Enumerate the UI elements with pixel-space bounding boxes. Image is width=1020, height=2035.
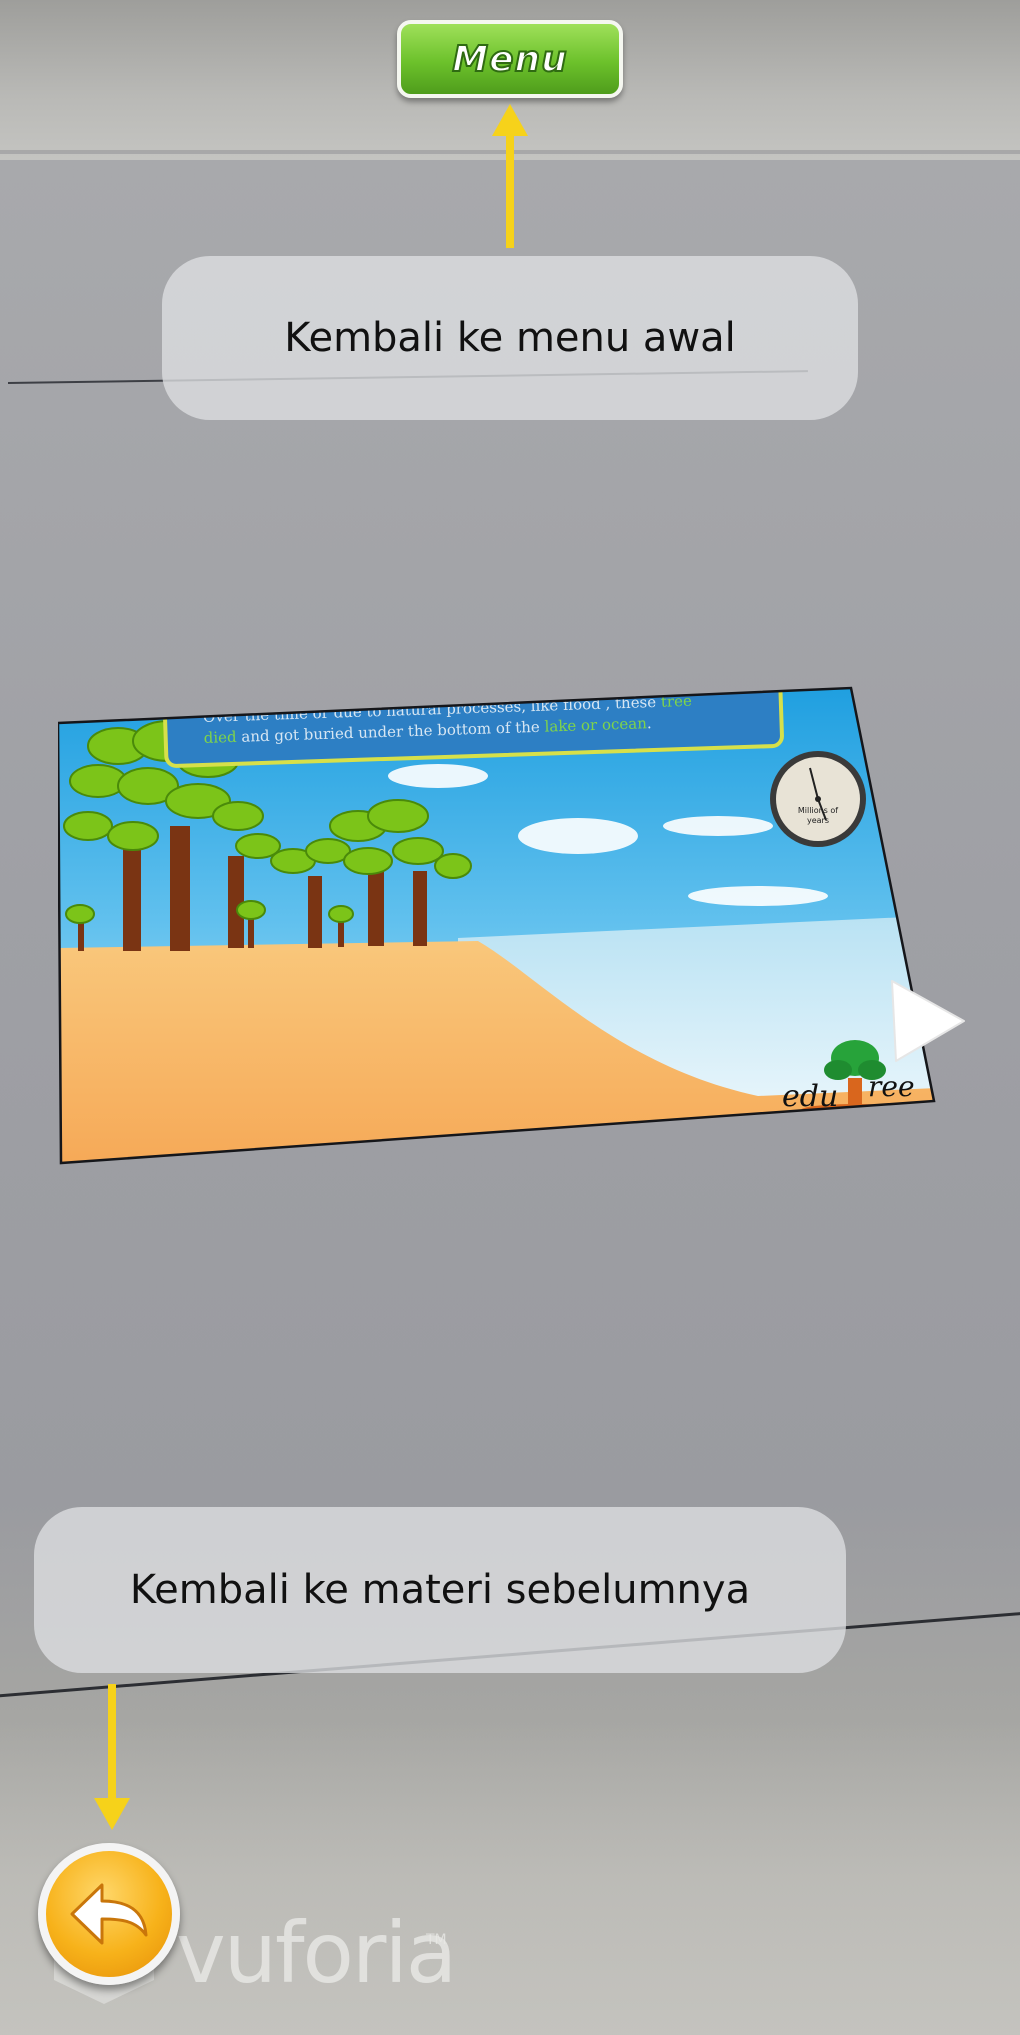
arrow-down-icon <box>94 1684 130 1830</box>
back-hint-callout: Kembali ke materi sebelumnya <box>34 1507 846 1673</box>
card-border <box>58 686 936 1165</box>
vuforia-watermark: vuforia <box>176 1904 457 2002</box>
back-button[interactable] <box>38 1843 180 1985</box>
arrow-left-icon <box>70 1883 148 1945</box>
back-hint-text: Kembali ke materi sebelumnya <box>129 1567 751 1613</box>
arrow-up-icon <box>492 104 528 248</box>
ar-content-card: Millions of years edu ree Over the time … <box>58 686 938 1166</box>
menu-button-label: Menu <box>451 38 568 81</box>
play-arrow-icon <box>891 980 965 1062</box>
vuforia-trademark: TM <box>426 1932 447 1948</box>
menu-hint-text: Kembali ke menu awal <box>284 315 736 361</box>
menu-hint-callout: Kembali ke menu awal <box>162 256 858 420</box>
next-button[interactable] <box>888 975 968 1069</box>
menu-button[interactable]: Menu <box>397 20 623 98</box>
